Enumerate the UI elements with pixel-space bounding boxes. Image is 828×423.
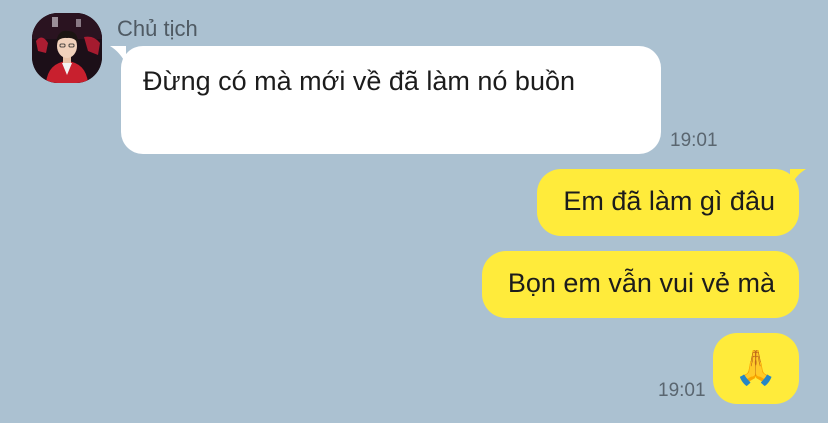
outgoing-message-bubble[interactable]: Em đã làm gì đâu <box>537 169 799 236</box>
incoming-message-bubble[interactable]: Đừng có mà mới về đã làm nó buồn <box>121 46 661 154</box>
outgoing-emoji-bubble[interactable]: 🙏 <box>713 333 799 404</box>
outgoing-message-bubble[interactable]: Bọn em vẫn vui vẻ mà <box>481 251 799 318</box>
sender-name: Chủ tịch <box>117 16 198 41</box>
outgoing-message-time: 19:01 <box>658 380 706 401</box>
incoming-message-time: 19:01 <box>670 130 718 151</box>
sender-avatar[interactable] <box>32 13 102 83</box>
